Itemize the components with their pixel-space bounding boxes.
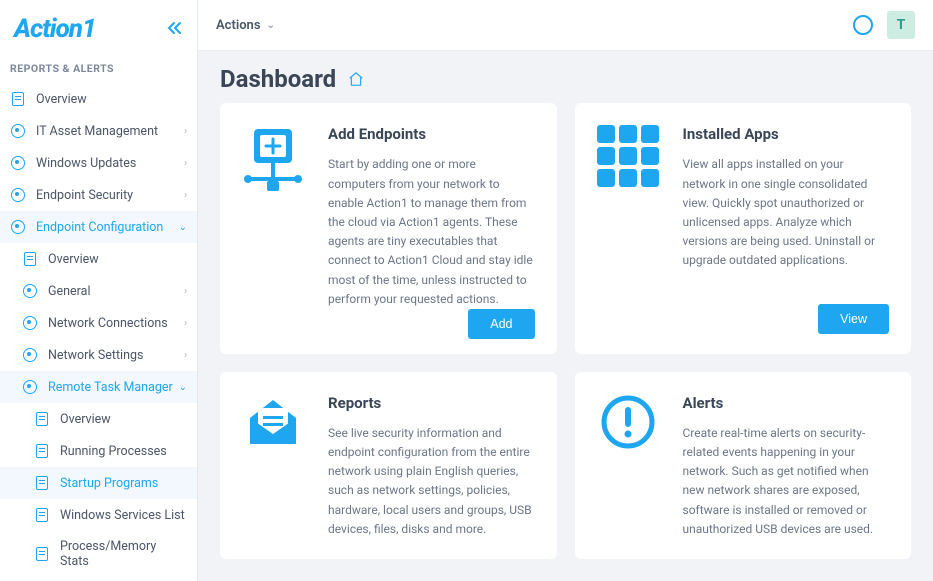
nav-item-label: IT Asset Management [36,124,184,139]
nav-item-label: Startup Programs [60,476,187,491]
chevron-down-icon: ⌄ [179,222,187,233]
category-icon [10,187,26,203]
nav-item-label: Network Settings [48,348,184,363]
nav-item-overview[interactable]: Overview [0,403,197,435]
nav-item-endpoint-configuration[interactable]: Endpoint Configuration⌄ [0,211,197,243]
nav-item-remote-task-manager[interactable]: Remote Task Manager⌄ [0,371,197,403]
home-icon[interactable] [348,72,364,86]
document-icon [10,91,26,107]
document-icon [22,251,38,267]
dashboard-cards: Add Endpoints Start by adding one or more… [198,103,933,581]
sidebar-section-title: REPORTS & ALERTS [0,56,197,83]
actions-menu[interactable]: Actions ⌄ [216,18,275,33]
card-description: See live security information and endpoi… [328,424,535,539]
category-icon [10,123,26,139]
nav-item-process-memory-stats[interactable]: Process/Memory Stats [0,531,197,577]
chevron-right-icon: › [184,318,187,329]
card-alerts: Alerts Create real-time alerts on securit… [575,372,912,559]
card-body: Installed Apps View all apps installed on… [683,125,890,333]
sidebar-nav: OverviewIT Asset Management›Windows Upda… [0,83,197,577]
document-icon [34,443,50,459]
nav-item-label: Network Connections [48,316,184,331]
chevron-right-icon: › [184,190,187,201]
category-icon [22,379,38,395]
chevron-down-icon: ⌄ [267,20,275,31]
nav-item-label: General [48,284,184,299]
card-add-endpoints: Add Endpoints Start by adding one or more… [220,103,557,353]
document-icon [34,507,50,523]
document-icon [34,546,50,562]
add-endpoints-button[interactable]: Add [468,309,534,339]
installed-apps-icon [597,125,659,333]
chevron-right-icon: › [184,158,187,169]
nav-item-endpoint-security[interactable]: Endpoint Security› [0,179,197,211]
nav-item-label: Endpoint Configuration [36,220,179,235]
page-title: Dashboard [220,65,336,93]
user-avatar[interactable]: T [887,11,915,39]
nav-item-label: Windows Updates [36,156,184,171]
card-description: Create real-time alerts on security-rela… [683,424,890,539]
topbar: Actions ⌄ T [198,0,933,51]
card-title: Add Endpoints [328,125,535,143]
category-icon [22,283,38,299]
chevron-double-left-icon [167,21,183,35]
category-icon [22,315,38,331]
reports-icon [242,394,304,539]
actions-menu-label: Actions [216,18,261,33]
nav-item-windows-services-list[interactable]: Windows Services List [0,499,197,531]
add-endpoints-icon [242,125,304,333]
search-button[interactable] [853,15,873,35]
chevron-down-icon: ⌄ [179,382,187,393]
nav-item-overview[interactable]: Overview [0,243,197,275]
nav-item-label: Remote Task Manager [48,380,179,395]
nav-item-label: Overview [48,252,187,267]
nav-item-general[interactable]: General› [0,275,197,307]
nav-item-overview[interactable]: Overview [0,83,197,115]
card-title: Reports [328,394,535,412]
chevron-right-icon: › [184,350,187,361]
category-icon [22,347,38,363]
brand-logo[interactable]: Action1 [14,14,96,44]
nav-item-windows-updates[interactable]: Windows Updates› [0,147,197,179]
installed-apps-button[interactable]: View [818,304,889,334]
card-description: Start by adding one or more computers fr… [328,155,535,309]
card-description: View all apps installed on your network … [683,155,890,270]
card-reports: Reports See live security information and… [220,372,557,559]
card-title: Installed Apps [683,125,890,143]
card-body: Alerts Create real-time alerts on securit… [683,394,890,539]
nav-item-running-processes[interactable]: Running Processes [0,435,197,467]
sidebar-collapse-button[interactable] [167,20,183,39]
nav-item-label: Overview [60,412,187,427]
chevron-right-icon: › [184,286,187,297]
nav-item-network-settings[interactable]: Network Settings› [0,339,197,371]
card-title: Alerts [683,394,890,412]
nav-item-network-connections[interactable]: Network Connections› [0,307,197,339]
nav-item-label: Running Processes [60,444,187,459]
alerts-icon [597,394,659,539]
card-body: Reports See live security information and… [328,394,535,539]
nav-item-label: Overview [36,92,187,107]
category-icon [10,219,26,235]
nav-item-label: Process/Memory Stats [60,539,187,569]
chevron-right-icon: › [184,126,187,137]
main-area: Actions ⌄ T Dashboard Add Endpoints Start… [198,0,933,581]
category-icon [10,155,26,171]
nav-item-it-asset-management[interactable]: IT Asset Management› [0,115,197,147]
sidebar-header: Action1 [0,0,197,56]
sidebar: Action1 REPORTS & ALERTS Overview IT Asse… [0,0,198,581]
page-title-row: Dashboard [198,51,933,103]
nav-item-label: Windows Services List [60,508,187,523]
card-body: Add Endpoints Start by adding one or more… [328,125,535,333]
nav-item-label: Endpoint Security [36,188,184,203]
document-icon [34,411,50,427]
document-icon [34,475,50,491]
card-installed-apps: Installed Apps View all apps installed on… [575,103,912,353]
nav-item-startup-programs[interactable]: Startup Programs [0,467,197,499]
